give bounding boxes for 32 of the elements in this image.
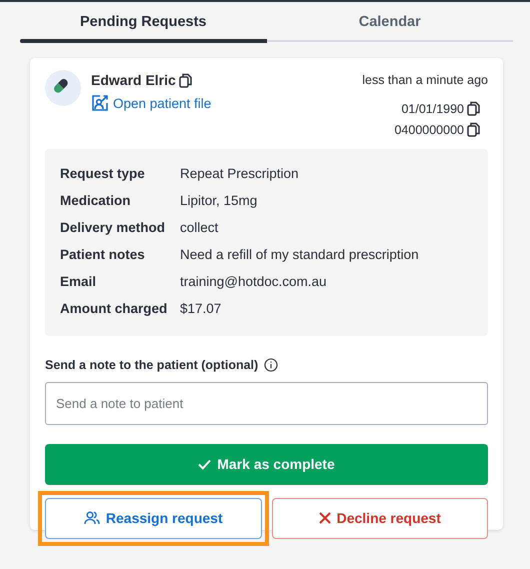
reassign-button[interactable]: Reassign request	[45, 498, 262, 538]
patient-name: Edward Elric	[91, 72, 176, 88]
copy-icon[interactable]	[178, 72, 192, 88]
detail-label: Request type	[60, 165, 146, 182]
note-label: Send a note to the patient (optional)	[45, 358, 258, 372]
close-icon	[318, 512, 331, 524]
patient-file-icon	[91, 94, 109, 112]
info-icon[interactable]	[264, 358, 278, 372]
detail-value: $17.07	[180, 300, 222, 318]
detail-value: collect	[180, 219, 220, 236]
detail-label: Email	[60, 273, 98, 290]
date-of-birth: 01/01/1990	[401, 102, 464, 116]
decline-button[interactable]: Decline request	[272, 498, 488, 538]
phone-number: 0400000000	[394, 122, 464, 136]
detail-value: Need a refill of my standard prescription	[180, 246, 420, 264]
copy-icon[interactable]	[467, 101, 480, 116]
note-input-field[interactable]: Send a note to patient	[45, 382, 488, 424]
detail-label: Medication	[60, 192, 132, 210]
copy-icon[interactable]	[467, 122, 480, 137]
detail-label: Amount charged	[60, 300, 168, 318]
time-ago: less than a minute ago	[362, 73, 488, 87]
detail-label: Delivery method	[60, 219, 166, 236]
detail-value: training@hotdoc.com.au	[180, 273, 328, 290]
tab[interactable]: Calendar	[266, 12, 513, 43]
people-icon	[84, 511, 100, 525]
open-patient-file-link[interactable]: Open patient file	[91, 94, 212, 112]
tab[interactable]: Pending Requests	[20, 12, 266, 43]
detail-value: Lipitor, 15mg	[180, 192, 258, 210]
check-icon	[198, 458, 212, 470]
detail-value: Repeat Prescription	[180, 165, 300, 182]
detail-label: Patient notes	[60, 246, 146, 264]
mark-complete-button[interactable]: Mark as complete	[45, 444, 488, 484]
